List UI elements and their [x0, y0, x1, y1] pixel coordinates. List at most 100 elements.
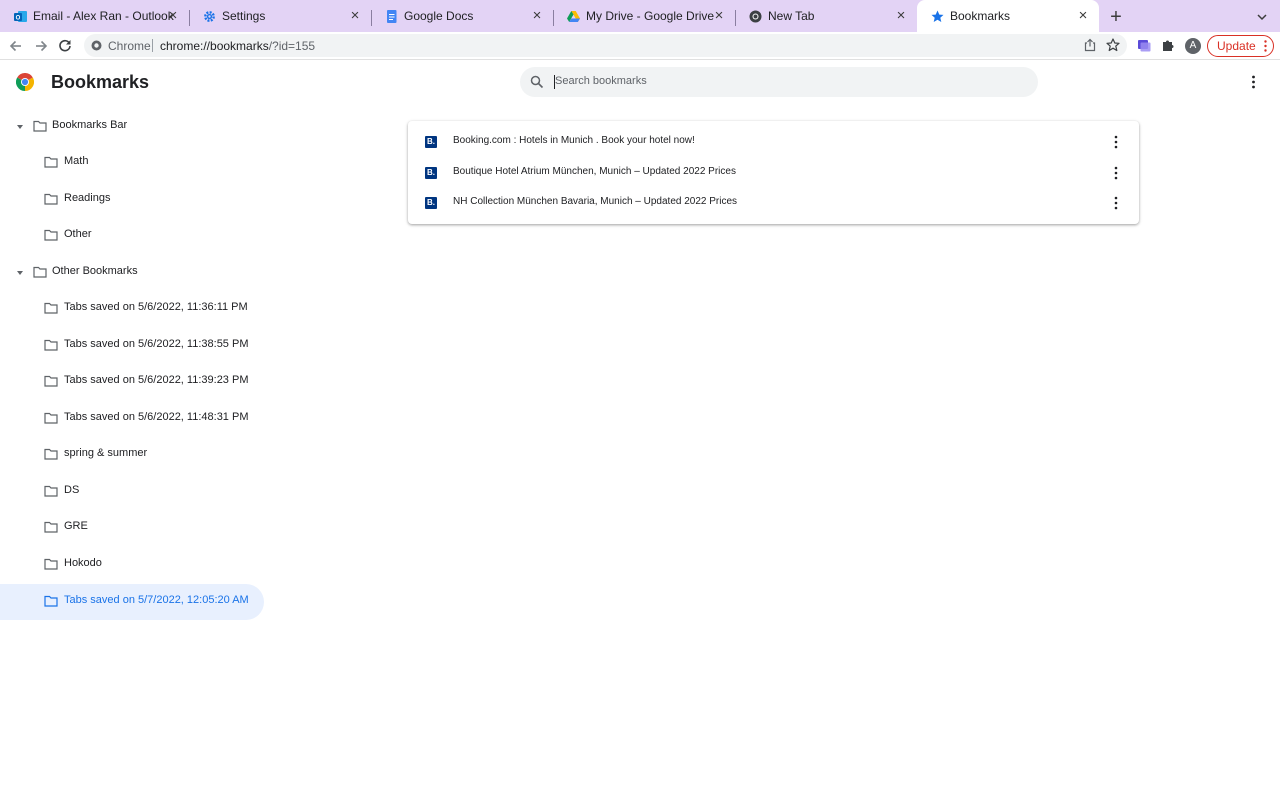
booking-favicon-icon: B. [425, 136, 437, 148]
tree-folder-math[interactable]: Math [0, 145, 264, 181]
folder-icon [44, 375, 58, 387]
close-tab-icon[interactable]: × [893, 8, 909, 24]
folder-icon [44, 156, 58, 168]
close-tab-icon[interactable]: × [1075, 8, 1091, 24]
folder-icon [44, 448, 58, 460]
folder-icon [33, 120, 47, 132]
bookmark-star-icon[interactable] [1106, 38, 1120, 52]
tree-item-label: Hokodo [64, 557, 102, 569]
tree-folder-tabs-saved[interactable]: Tabs saved on 5/6/2022, 11:48:31 PM [0, 401, 264, 437]
extensions-puzzle-icon[interactable] [1161, 38, 1175, 52]
bookmark-title: Boutique Hotel Atrium München, Munich – … [453, 166, 736, 177]
more-actions-icon[interactable] [1114, 135, 1118, 149]
expand-arrow-icon[interactable] [15, 123, 25, 131]
tab-google-docs[interactable]: Google Docs × [371, 0, 554, 32]
page-title: Bookmarks [51, 72, 150, 92]
tab-new-tab[interactable]: New Tab × [735, 0, 917, 32]
tree-folder-spring-summer[interactable]: spring & summer [0, 437, 264, 473]
tab-google-drive[interactable]: My Drive - Google Drive × [553, 0, 736, 32]
browser-toolbar: Chrome chrome://bookmarks/?id=155 [0, 32, 1280, 60]
settings-gear-icon [204, 11, 215, 22]
bookmark-row[interactable]: B. Boutique Hotel Atrium München, Munich… [408, 158, 1139, 188]
tree-folder-ds[interactable]: DS [0, 474, 264, 510]
tree-item-label: Tabs saved on 5/6/2022, 11:48:31 PM [64, 411, 249, 423]
folder-icon [44, 595, 58, 607]
more-actions-icon[interactable] [1114, 196, 1118, 210]
bookmark-row[interactable]: B. NH Collection München Bavaria, Munich… [408, 188, 1139, 218]
url-path: /?id=155 [268, 39, 316, 53]
share-icon[interactable] [1083, 38, 1097, 52]
svg-text:O: O [16, 16, 21, 22]
close-tab-icon[interactable]: × [529, 8, 545, 24]
organize-menu-icon[interactable] [1251, 75, 1256, 89]
tab-title: My Drive - Google Drive [586, 9, 715, 23]
address-bar[interactable]: Chrome chrome://bookmarks/?id=155 [84, 34, 1127, 57]
back-arrow-icon[interactable] [6, 36, 26, 56]
reload-icon[interactable] [55, 36, 75, 56]
booking-favicon-icon: B. [425, 197, 437, 209]
tree-folder-tabs-saved[interactable]: Tabs saved on 5/6/2022, 11:39:23 PM [0, 364, 264, 400]
profile-avatar[interactable]: A [1185, 38, 1201, 54]
tree-folder-tabs-saved-selected[interactable]: Tabs saved on 5/7/2022, 12:05:20 AM [0, 584, 264, 620]
tree-folder-readings[interactable]: Readings [0, 182, 264, 218]
extension-icon[interactable] [1137, 38, 1151, 52]
tree-item-label: Tabs saved on 5/6/2022, 11:36:11 PM [64, 301, 248, 313]
bookmark-list: B. Booking.com : Hotels in Munich . Book… [408, 121, 1139, 224]
tab-search-chevron-icon[interactable] [1255, 11, 1269, 23]
bookmark-title: NH Collection München Bavaria, Munich – … [453, 196, 738, 207]
tree-folder-tabs-saved[interactable]: Tabs saved on 5/6/2022, 11:38:55 PM [0, 328, 264, 364]
tab-bookmarks[interactable]: Bookmarks × [917, 0, 1099, 32]
folder-icon [44, 229, 58, 241]
tree-folder-other[interactable]: Other [0, 218, 264, 254]
tab-title: Settings [222, 9, 266, 23]
search-icon [530, 75, 544, 89]
close-tab-icon[interactable]: × [165, 8, 181, 24]
folder-icon [44, 339, 58, 351]
more-actions-icon[interactable] [1114, 166, 1118, 180]
tree-item-label: Other Bookmarks [52, 265, 138, 277]
expand-arrow-icon[interactable] [15, 269, 25, 277]
tree-item-label: Tabs saved on 5/6/2022, 11:38:55 PM [64, 338, 249, 350]
tab-title: Bookmarks [950, 9, 1011, 23]
chrome-page-icon [91, 40, 102, 51]
tree-folder-other-bookmarks[interactable]: Other Bookmarks [0, 255, 264, 291]
tab-settings[interactable]: Settings × [189, 0, 372, 32]
tree-folder-bookmarks-bar[interactable]: Bookmarks Bar [0, 109, 264, 145]
outlook-icon: O [14, 11, 27, 22]
tab-outlook[interactable]: O Email - Alex Ran - Outlook × [0, 0, 190, 32]
tree-item-label: Math [64, 155, 89, 167]
google-drive-icon [567, 11, 580, 22]
tree-item-label: spring & summer [64, 447, 148, 459]
tree-folder-hokodo[interactable]: Hokodo [0, 547, 264, 583]
tree-folder-tabs-saved[interactable]: Tabs saved on 5/6/2022, 11:36:11 PM [0, 291, 264, 327]
chrome-icon [749, 10, 762, 23]
new-tab-button[interactable]: + [1106, 7, 1126, 28]
close-tab-icon[interactable]: × [711, 8, 727, 24]
google-docs-icon [387, 10, 397, 23]
folder-icon [44, 412, 58, 424]
url-text: chrome://bookmarks/?id=155 [160, 39, 315, 53]
tab-title: Google Docs [404, 9, 474, 23]
star-icon [931, 10, 944, 22]
tree-item-label: Tabs saved on 5/6/2022, 11:39:23 PM [64, 374, 249, 386]
tree-item-label: Other [64, 228, 92, 240]
booking-favicon-icon: B. [425, 167, 437, 179]
close-tab-icon[interactable]: × [347, 8, 363, 24]
tree-item-label: GRE [64, 520, 88, 532]
tab-title: New Tab [768, 9, 815, 23]
update-label: Update [1217, 39, 1256, 53]
omnibox-divider [152, 39, 153, 52]
tab-strip: O Email - Alex Ran - Outlook × Settings … [0, 0, 1280, 32]
chrome-logo-icon [16, 73, 34, 91]
tree-item-label: DS [64, 484, 80, 496]
scheme-label: Chrome [108, 39, 151, 53]
folder-icon [44, 485, 58, 497]
search-bookmarks-input[interactable]: Search bookmarks [520, 67, 1038, 97]
kebab-menu-icon [1264, 40, 1267, 52]
bookmark-row[interactable]: B. Booking.com : Hotels in Munich . Book… [408, 127, 1139, 157]
folder-icon [44, 521, 58, 533]
forward-arrow-icon[interactable] [31, 36, 51, 56]
bookmark-title: Booking.com : Hotels in Munich . Book yo… [453, 135, 695, 146]
update-button[interactable]: Update [1207, 35, 1274, 57]
tree-folder-gre[interactable]: GRE [0, 510, 264, 546]
